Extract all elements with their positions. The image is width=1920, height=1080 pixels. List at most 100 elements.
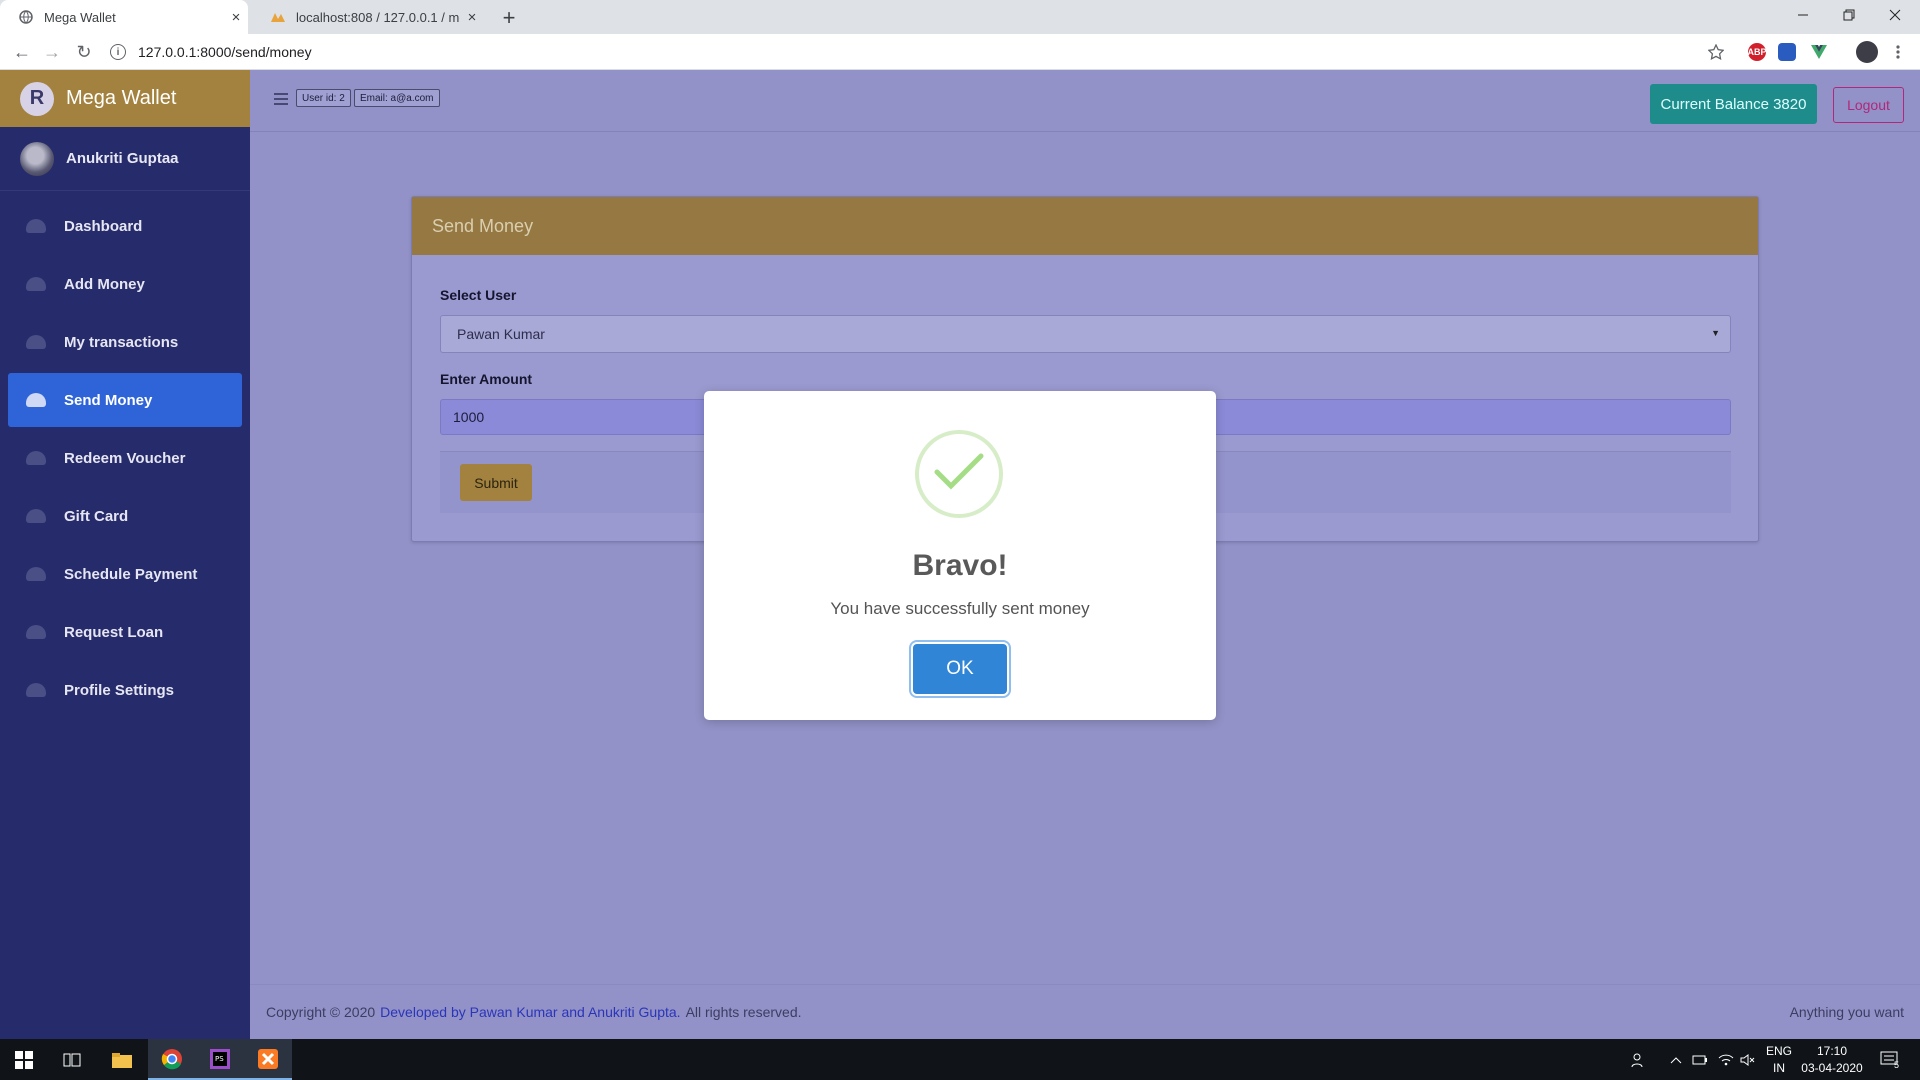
info-icon[interactable]: i: [110, 44, 126, 60]
input-language[interactable]: ENG IN: [1764, 1043, 1794, 1077]
reload-icon[interactable]: ↻: [72, 40, 96, 64]
battery-icon[interactable]: [1692, 1039, 1708, 1080]
phpmyadmin-icon: [270, 9, 286, 25]
sidebar: R Mega Wallet Anukriti Guptaa Dashboard …: [0, 70, 250, 1039]
notifications-icon[interactable]: 5: [1880, 1039, 1899, 1080]
bookmark-star-icon[interactable]: [1704, 40, 1728, 64]
logout-button[interactable]: Logout: [1833, 87, 1904, 123]
card-title: Send Money: [412, 197, 1758, 255]
sidebar-menu: Dashboard Add Money My transactions Send…: [0, 191, 250, 729]
page-footer: Copyright © 2020 Developed by Pawan Kuma…: [250, 984, 1920, 1039]
phpstorm-icon[interactable]: PS: [196, 1039, 244, 1080]
sidebar-item-label: My transactions: [64, 333, 179, 351]
restore-icon[interactable]: [1826, 0, 1872, 30]
clock-time: 17:10: [1816, 1044, 1848, 1058]
hamburger-icon[interactable]: [274, 92, 288, 110]
notification-count: 5: [1894, 1059, 1900, 1070]
email-badge: Email: a@a.com: [354, 89, 440, 107]
sidebar-item-my-transactions[interactable]: My transactions: [8, 315, 242, 369]
tab-close-icon[interactable]: ×: [460, 9, 484, 26]
current-balance-button[interactable]: Current Balance 3820: [1650, 84, 1817, 124]
brand-name: Mega Wallet: [66, 87, 177, 109]
close-window-icon[interactable]: [1872, 0, 1918, 30]
brand-logo: R: [20, 81, 54, 116]
sidebar-item-redeem-voucher[interactable]: Redeem Voucher: [8, 431, 242, 485]
windows-start-icon[interactable]: [0, 1039, 48, 1080]
dashboard-icon: [26, 683, 46, 697]
svg-text:PS: PS: [215, 1055, 224, 1063]
show-hidden-icons-icon[interactable]: [1670, 1039, 1682, 1080]
back-icon[interactable]: ←: [10, 40, 34, 64]
sidebar-item-schedule-payment[interactable]: Schedule Payment: [8, 547, 242, 601]
sidebar-item-profile-settings[interactable]: Profile Settings: [8, 663, 242, 717]
sidebar-item-label: Dashboard: [64, 217, 143, 235]
extension-icon[interactable]: [1778, 43, 1796, 61]
taskbar-clock[interactable]: 17:10 03-04-2020: [1800, 1043, 1864, 1077]
people-icon[interactable]: [1630, 1039, 1646, 1080]
dashboard-icon: [26, 277, 46, 291]
sidebar-item-send-money[interactable]: Send Money: [8, 373, 242, 427]
success-modal: Bravo! You have successfully sent money …: [704, 391, 1216, 720]
sidebar-item-label: Schedule Payment: [64, 565, 198, 583]
enter-amount-label: Enter Amount: [440, 371, 533, 387]
sidebar-item-label: Redeem Voucher: [64, 449, 186, 467]
browser-tab-bar: Mega Wallet × localhost:808 / 127.0.0.1 …: [0, 0, 1920, 34]
sidebar-item-label: Gift Card: [64, 507, 129, 525]
minimize-icon[interactable]: [1780, 0, 1826, 30]
sidebar-item-dashboard[interactable]: Dashboard: [8, 199, 242, 253]
dashboard-icon: [26, 567, 46, 581]
top-navbar: User id: 2 Email: a@a.com Current Balanc…: [250, 70, 1920, 132]
amount-value: 1000: [453, 409, 485, 425]
tab-close-icon[interactable]: ×: [224, 9, 248, 26]
adblock-icon[interactable]: ABP: [1748, 43, 1767, 61]
volume-muted-icon[interactable]: [1740, 1039, 1756, 1080]
sidebar-item-label: Request Loan: [64, 623, 164, 641]
vue-devtools-icon[interactable]: [1810, 43, 1828, 61]
browser-tab-inactive[interactable]: localhost:808 / 127.0.0.1 / mega_ ×: [252, 0, 484, 34]
submit-button[interactable]: Submit: [460, 464, 532, 501]
sidebar-item-gift-card[interactable]: Gift Card: [8, 489, 242, 543]
region-code: IN: [1773, 1061, 1785, 1075]
wifi-icon[interactable]: [1718, 1039, 1734, 1080]
clock-date: 03-04-2020: [1801, 1061, 1863, 1075]
footer-tagline: Anything you want: [1789, 1004, 1904, 1020]
chrome-icon[interactable]: [148, 1039, 196, 1080]
browser-tab-active[interactable]: Mega Wallet ×: [0, 0, 248, 34]
select-user-label: Select User: [440, 287, 517, 303]
dashboard-icon: [26, 451, 46, 465]
sidebar-item-request-loan[interactable]: Request Loan: [8, 605, 242, 659]
ok-button[interactable]: OK: [913, 644, 1007, 694]
file-explorer-icon[interactable]: [98, 1039, 146, 1080]
forward-icon[interactable]: →: [40, 40, 64, 64]
dashboard-icon: [26, 219, 46, 233]
dashboard-icon: [26, 393, 46, 407]
developer-credit-link[interactable]: Developed by Pawan Kumar and Anukriti Gu…: [380, 1004, 680, 1020]
dashboard-icon: [26, 509, 46, 523]
language-code: ENG: [1765, 1044, 1792, 1058]
dashboard-icon: [26, 335, 46, 349]
browser-menu-icon[interactable]: [1886, 40, 1910, 64]
success-check-icon: [915, 430, 1003, 518]
task-view-icon[interactable]: [48, 1039, 96, 1080]
windows-taskbar: PS ENG IN 17:10 03-04-2020 5: [0, 1039, 1920, 1080]
tab-title: localhost:808 / 127.0.0.1 / mega_: [296, 9, 460, 25]
user-panel[interactable]: Anukriti Guptaa: [0, 127, 250, 191]
xampp-icon[interactable]: [244, 1039, 292, 1080]
dashboard-icon: [26, 625, 46, 639]
chevron-down-icon: ▼: [1711, 328, 1720, 338]
browser-toolbar: ← → ↻ i 127.0.0.1:8000/send/money ABP: [0, 34, 1920, 70]
profile-avatar-icon[interactable]: [1856, 41, 1878, 63]
rights-text: All rights reserved.: [685, 1004, 802, 1020]
selected-user-value: Pawan Kumar: [457, 326, 545, 342]
user-id-badge: User id: 2: [296, 89, 351, 107]
select-user-dropdown[interactable]: Pawan Kumar ▼: [440, 315, 1731, 353]
sidebar-item-label: Profile Settings: [64, 681, 175, 699]
brand-link[interactable]: R Mega Wallet: [0, 70, 250, 127]
new-tab-button[interactable]: +: [496, 5, 522, 31]
copyright-text: Copyright © 2020: [266, 1004, 376, 1020]
tab-title: Mega Wallet: [44, 9, 116, 25]
modal-message: You have successfully sent money: [830, 599, 1090, 618]
sidebar-item-label: Add Money: [64, 275, 145, 293]
address-bar[interactable]: i 127.0.0.1:8000/send/money: [110, 38, 1710, 66]
sidebar-item-add-money[interactable]: Add Money: [8, 257, 242, 311]
